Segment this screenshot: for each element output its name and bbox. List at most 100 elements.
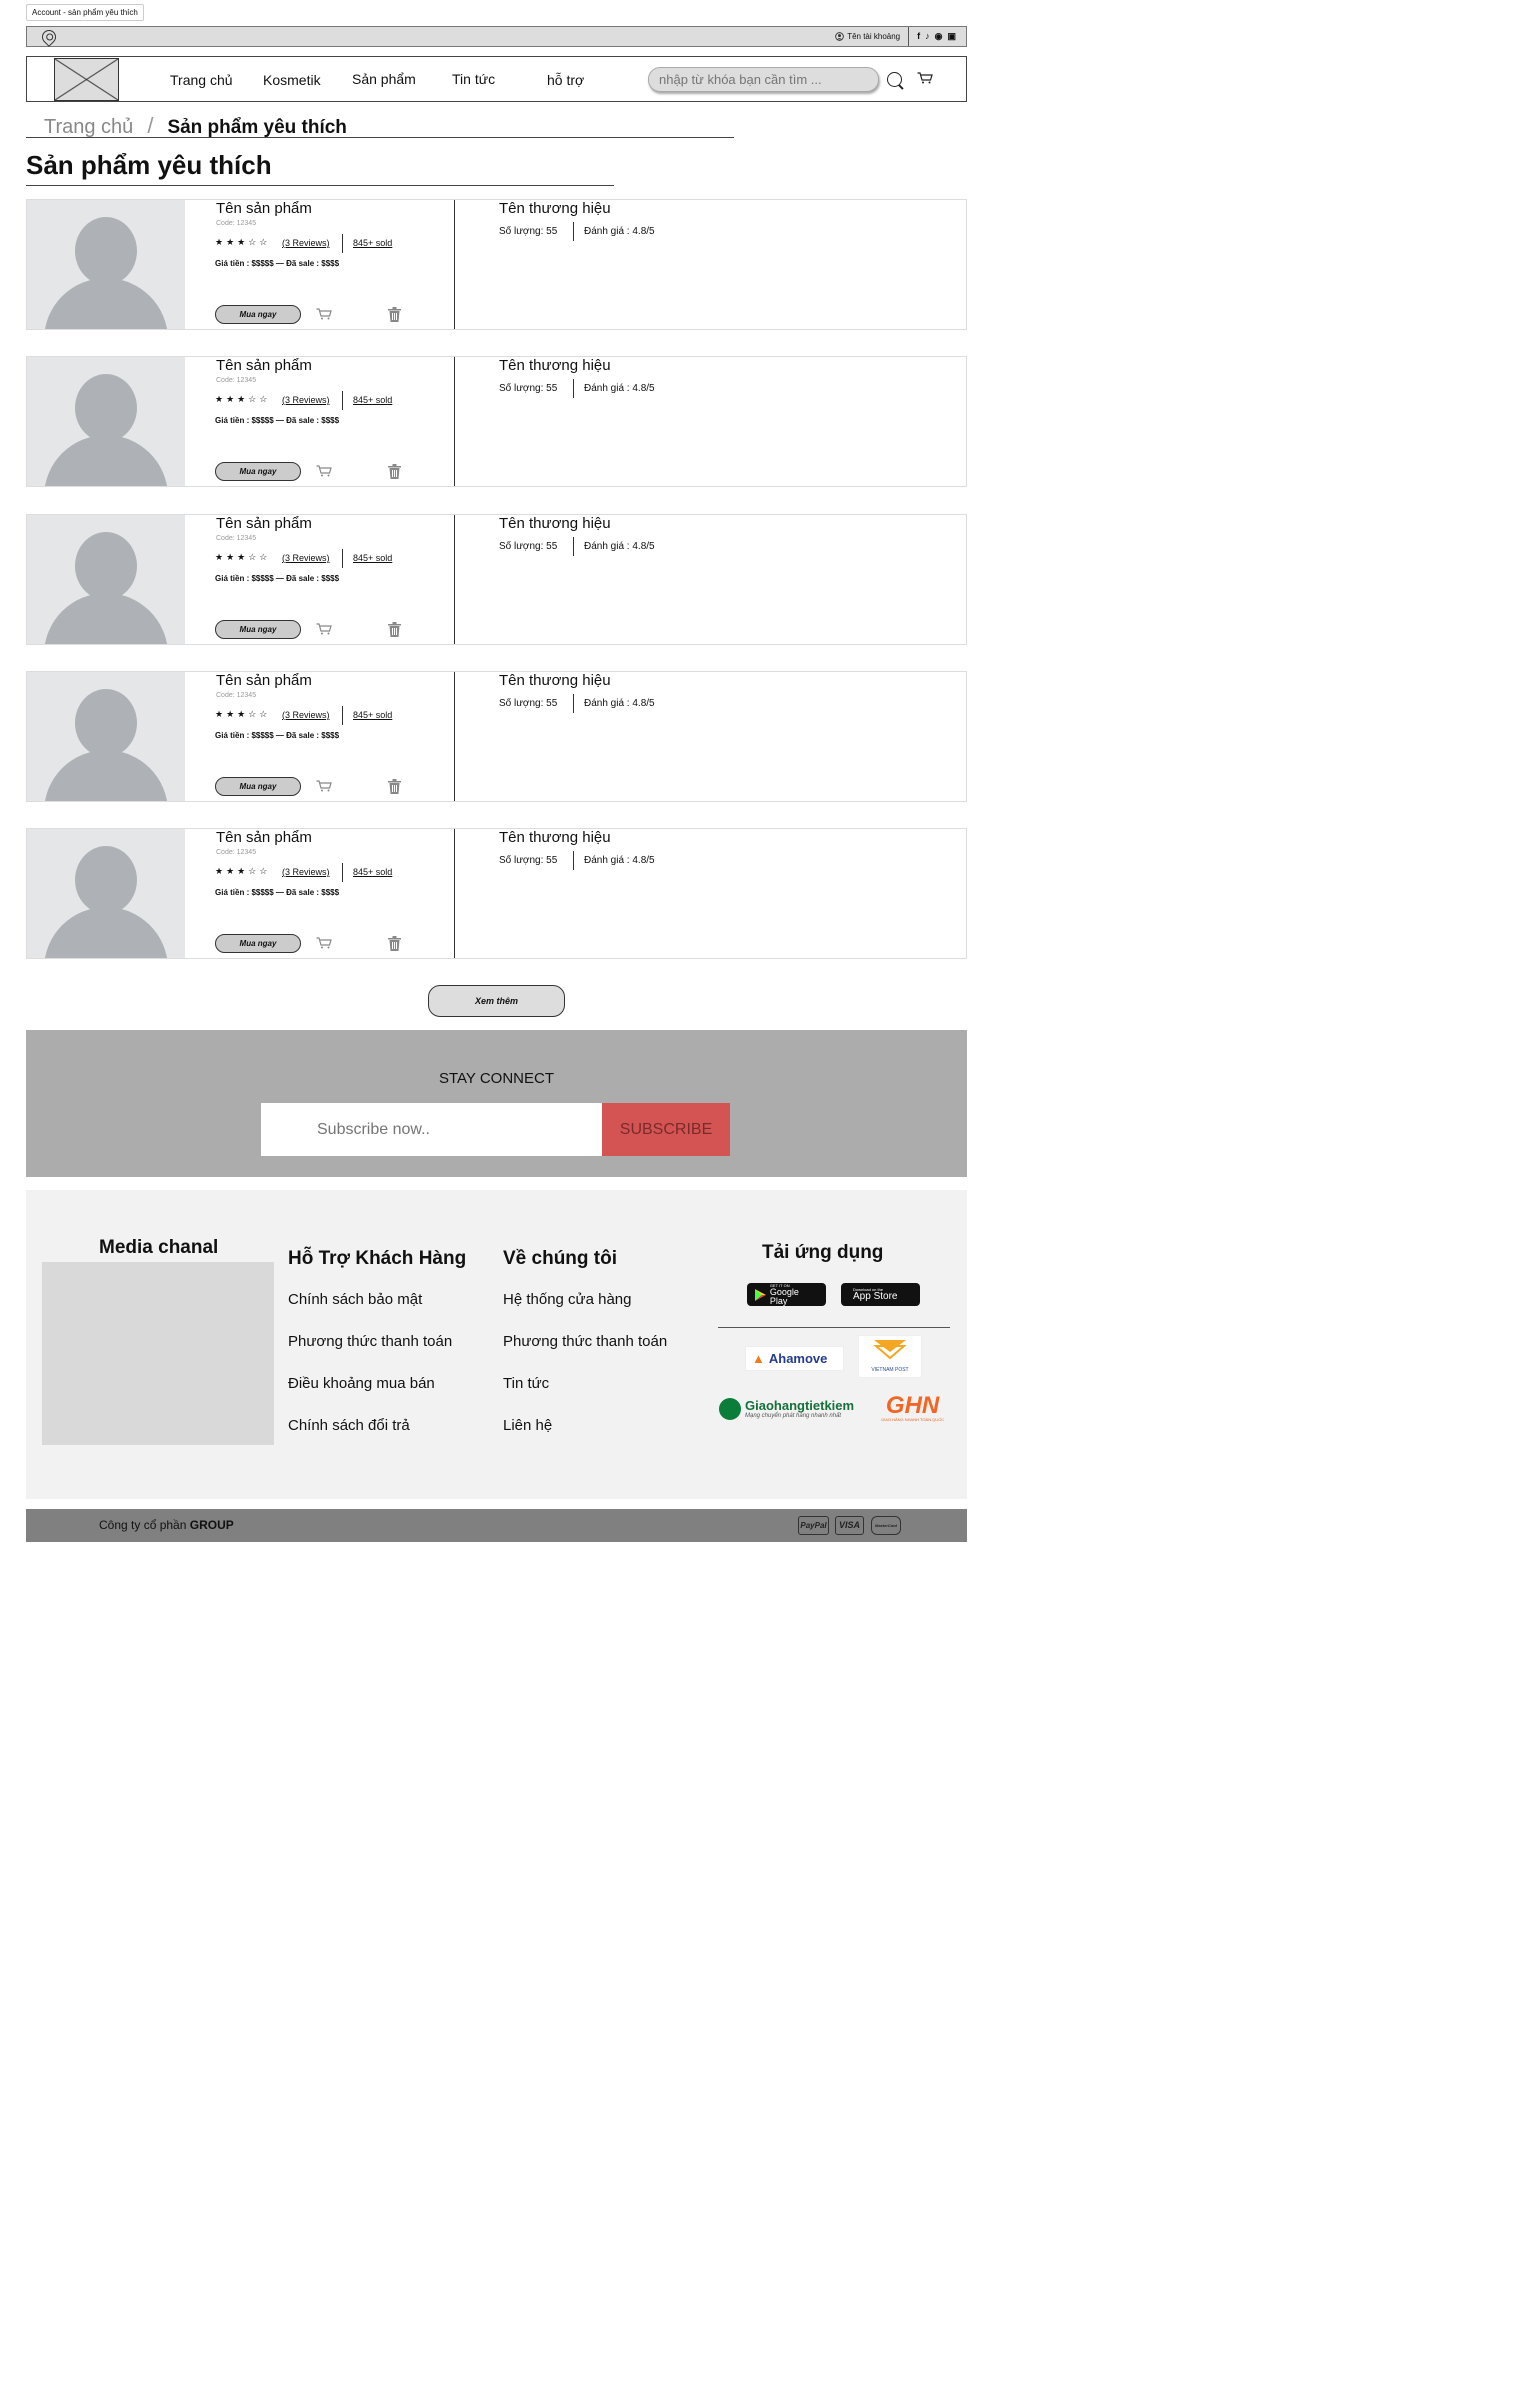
app-store-badge[interactable]: Download on the App Store — [841, 1283, 920, 1306]
buy-now-button[interactable]: Mua ngay — [215, 934, 301, 953]
avatar-body — [44, 435, 168, 486]
product-name[interactable]: Tên sản phẩm — [216, 672, 312, 689]
about-link-stores[interactable]: Hệ thống cửa hàng — [503, 1291, 631, 1308]
about-link-news[interactable]: Tin tức — [503, 1375, 549, 1392]
reviews-link[interactable]: (3 Reviews) — [282, 238, 330, 248]
vietnam-post-logo[interactable]: VIETNAM POST — [858, 1335, 922, 1378]
subscribe-input[interactable] — [261, 1103, 603, 1156]
footer-divider — [718, 1327, 950, 1328]
media-channel-title: Media chanal — [99, 1237, 219, 1258]
sold-count[interactable]: 845+ sold — [353, 553, 392, 563]
about-link-contact[interactable]: Liên hệ — [503, 1417, 552, 1434]
trash-icon[interactable] — [388, 464, 401, 479]
card-divider — [454, 200, 455, 329]
breadcrumb-home[interactable]: Trang chủ — [44, 116, 133, 139]
brand-name[interactable]: Tên thương hiệu — [499, 515, 611, 532]
sold-count[interactable]: 845+ sold — [353, 710, 392, 720]
nav-home[interactable]: Trang chủ — [170, 72, 233, 88]
search-icon[interactable] — [887, 72, 902, 87]
quantity-text: Số lượng: 55 — [499, 383, 558, 394]
support-link-terms[interactable]: Điều khoảng mua bán — [288, 1375, 435, 1392]
divider — [342, 706, 343, 725]
divider — [342, 863, 343, 882]
sold-count[interactable]: 845+ sold — [353, 867, 392, 877]
ghtk-logo[interactable]: Giaohangtietkiem Mạng chuyển phát hàng n… — [719, 1398, 854, 1420]
support-link-privacy[interactable]: Chính sách bảo mật — [288, 1291, 422, 1308]
app-download-title: Tải ứng dụng — [762, 1242, 884, 1263]
buy-now-button[interactable]: Mua ngay — [215, 777, 301, 796]
product-name[interactable]: Tên sản phẩm — [216, 829, 312, 846]
rating-text: Đánh giá : 4.8/5 — [584, 226, 655, 237]
trash-icon[interactable] — [388, 779, 401, 794]
ahamove-label: Ahamove — [768, 1351, 828, 1366]
cart-icon[interactable] — [917, 72, 933, 84]
google-play-badge[interactable]: GET IT ON Google Play — [747, 1283, 826, 1306]
logo-placeholder[interactable] — [54, 58, 119, 101]
brand-name[interactable]: Tên thương hiệu — [499, 357, 611, 374]
reviews-link[interactable]: (3 Reviews) — [282, 553, 330, 563]
rating-stars: ★★★☆☆ — [215, 237, 271, 247]
support-link-payment[interactable]: Phương thức thanh toán — [288, 1333, 452, 1350]
instagram-icon[interactable]: ▣ — [947, 31, 956, 42]
location-icon[interactable] — [39, 26, 59, 47]
subscribe-button[interactable]: SUBSCRIBE — [602, 1103, 730, 1156]
tiktok-icon[interactable]: ♪ — [925, 31, 930, 42]
nav-news[interactable]: Tin tức — [452, 71, 495, 87]
load-more-button[interactable]: Xem thêm — [428, 985, 565, 1017]
add-to-cart-icon[interactable] — [316, 465, 332, 477]
account-link[interactable]: Tên tài khoảng — [835, 27, 910, 46]
quantity-text: Số lượng: 55 — [499, 698, 558, 709]
trash-icon[interactable] — [388, 622, 401, 637]
facebook-icon[interactable]: f — [917, 31, 920, 42]
reviews-link[interactable]: (3 Reviews) — [282, 395, 330, 405]
brand-name[interactable]: Tên thương hiệu — [499, 829, 611, 846]
price-text: Giá tiền : $$$$$ — Đã sale : $$$$ — [215, 416, 340, 425]
product-image-placeholder[interactable] — [27, 829, 185, 958]
divider — [573, 379, 574, 398]
product-image-placeholder[interactable] — [27, 200, 185, 329]
youtube-icon[interactable]: ◉ — [935, 31, 943, 42]
product-name[interactable]: Tên sản phẩm — [216, 357, 312, 374]
sold-count[interactable]: 845+ sold — [353, 395, 392, 405]
buy-now-button[interactable]: Mua ngay — [215, 462, 301, 481]
header: Trang chủ Kosmetik Sản phẩm Tin tức hỗ t… — [26, 56, 967, 102]
add-to-cart-icon[interactable] — [316, 937, 332, 949]
buy-now-button[interactable]: Mua ngay — [215, 620, 301, 639]
footer: Media chanal Hỗ Trợ Khách Hàng Chính sác… — [26, 1190, 967, 1499]
product-image-placeholder[interactable] — [27, 672, 185, 801]
google-play-label: Google Play — [769, 1286, 799, 1306]
rating-text: Đánh giá : 4.8/5 — [584, 541, 655, 552]
company-prefix: Công ty cổ phần — [99, 1518, 190, 1532]
brand-name[interactable]: Tên thương hiệu — [499, 672, 611, 689]
product-image-placeholder[interactable] — [27, 357, 185, 486]
about-link-payment[interactable]: Phương thức thanh toán — [503, 1333, 667, 1350]
ghn-logo[interactable]: GHN GIAO HÀNG NHANH TOÀN QUỐC — [881, 1394, 944, 1422]
sold-count[interactable]: 845+ sold — [353, 238, 392, 248]
product-name[interactable]: Tên sản phẩm — [216, 515, 312, 532]
buy-now-button[interactable]: Mua ngay — [215, 305, 301, 324]
media-placeholder[interactable] — [42, 1262, 274, 1445]
nav-kosmetik[interactable]: Kosmetik — [263, 72, 321, 88]
app-store-label: App Store — [853, 1290, 898, 1302]
top-bar: Tên tài khoảng f ♪ ◉ ▣ — [26, 26, 967, 47]
nav-products[interactable]: Sản phẩm — [352, 71, 416, 87]
ahamove-logo[interactable]: ▲ Ahamove — [745, 1346, 844, 1371]
trash-icon[interactable] — [388, 307, 401, 322]
breadcrumb-current: Sản phẩm yêu thích — [167, 117, 347, 138]
support-link-returns[interactable]: Chính sách đổi trả — [288, 1417, 410, 1434]
reviews-link[interactable]: (3 Reviews) — [282, 710, 330, 720]
bottom-bar: Công ty cổ phần GROUP PayPal VISA Master… — [26, 1509, 967, 1542]
brand-name[interactable]: Tên thương hiệu — [499, 200, 611, 217]
product-image-placeholder[interactable] — [27, 515, 185, 644]
quantity-text: Số lượng: 55 — [499, 855, 558, 866]
search-input[interactable] — [648, 67, 879, 92]
reviews-link[interactable]: (3 Reviews) — [282, 867, 330, 877]
add-to-cart-icon[interactable] — [316, 623, 332, 635]
trash-icon[interactable] — [388, 936, 401, 951]
add-to-cart-icon[interactable] — [316, 308, 332, 320]
nav-support[interactable]: hỗ trợ — [547, 72, 584, 88]
rating-stars: ★★★☆☆ — [215, 709, 271, 719]
product-name[interactable]: Tên sản phẩm — [216, 200, 312, 217]
page-title: Sản phẩm yêu thích — [26, 150, 614, 186]
add-to-cart-icon[interactable] — [316, 780, 332, 792]
